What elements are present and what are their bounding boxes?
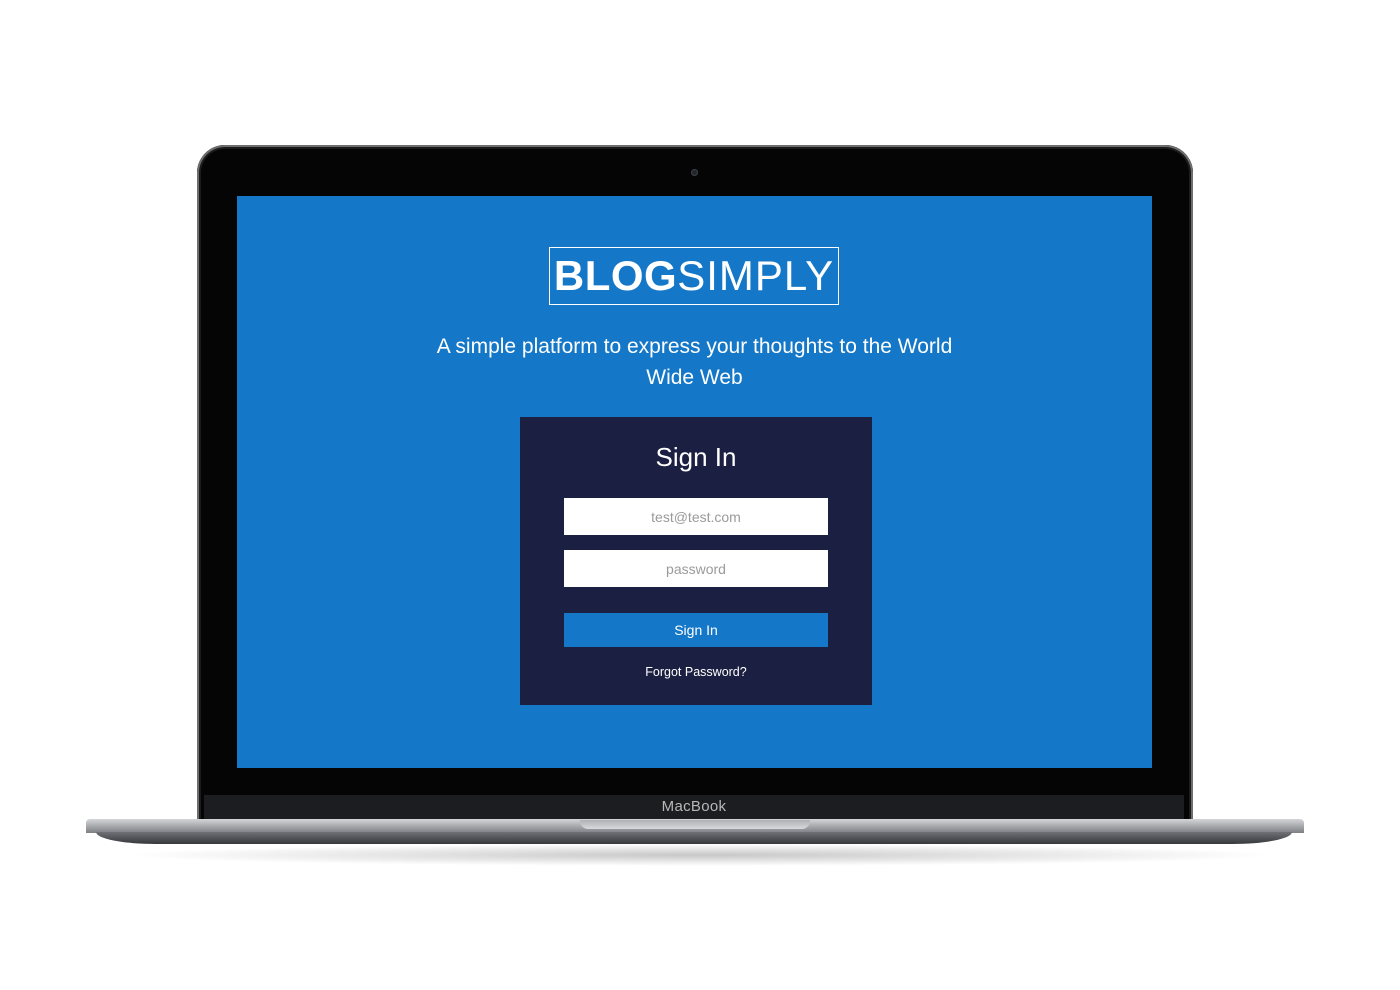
- forgot-password-link[interactable]: Forgot Password?: [520, 665, 872, 679]
- laptop-opening-notch: [580, 820, 810, 829]
- blogsimply-logo: BLOG SIMPLY: [549, 247, 839, 305]
- webcam-icon: [691, 169, 698, 176]
- device-brand-label: MacBook: [661, 798, 727, 815]
- signin-card: Sign In Sign In Forgot Password?: [520, 417, 872, 705]
- laptop-shadow: [120, 844, 1280, 866]
- signin-title: Sign In: [655, 442, 737, 472]
- email-field[interactable]: [564, 498, 828, 535]
- logo-light-text: SIMPLY: [677, 252, 835, 299]
- screen: BLOG SIMPLY A simple platform to express …: [237, 196, 1152, 768]
- laptop-base-lower: [96, 832, 1292, 844]
- logo-bold-text: BLOG: [553, 252, 678, 299]
- tagline: A simple platform to express your though…: [436, 335, 953, 389]
- signin-button[interactable]: Sign In: [564, 613, 828, 647]
- password-field[interactable]: [564, 550, 828, 587]
